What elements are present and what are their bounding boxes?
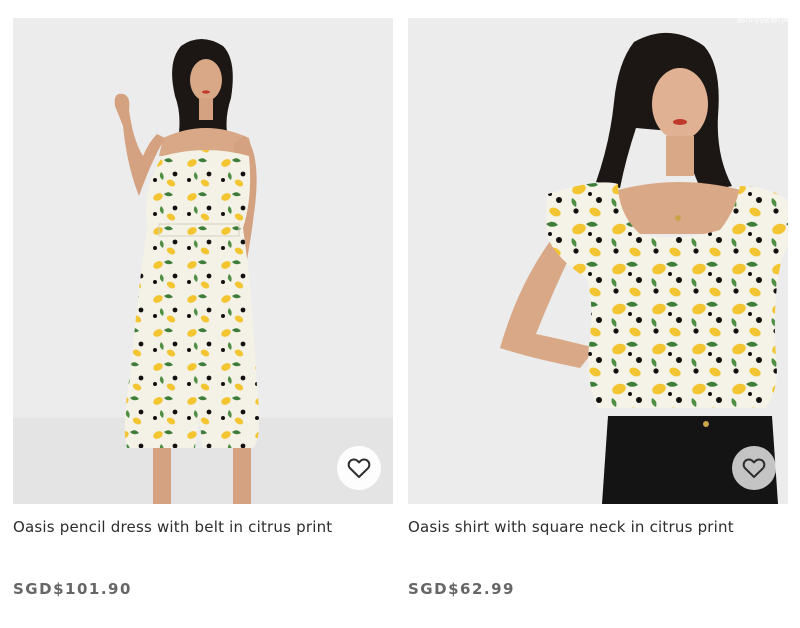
product-card[interactable]: Oasis pencil dress with belt in citrus p… [13, 18, 393, 598]
heart-icon [347, 458, 371, 478]
product-image[interactable] [13, 18, 393, 504]
heart-icon [742, 458, 766, 478]
product-image[interactable] [408, 18, 788, 504]
product-grid: Oasis pencil dress with belt in citrus p… [0, 0, 800, 628]
product-title[interactable]: Oasis shirt with square neck in citrus p… [408, 518, 734, 536]
shirt-model-illustration [408, 18, 788, 504]
product-card[interactable]: Oasis shirt with square neck in citrus p… [408, 18, 788, 598]
product-price: SGD$62.99 [408, 580, 515, 598]
product-price: SGD$101.90 [13, 580, 132, 598]
wishlist-button[interactable] [337, 446, 381, 490]
dress-model-illustration [13, 18, 393, 504]
product-title[interactable]: Oasis pencil dress with belt in citrus p… [13, 518, 332, 536]
wishlist-button[interactable] [732, 446, 776, 490]
watermark-text: 颜码微新闻 [737, 12, 792, 25]
